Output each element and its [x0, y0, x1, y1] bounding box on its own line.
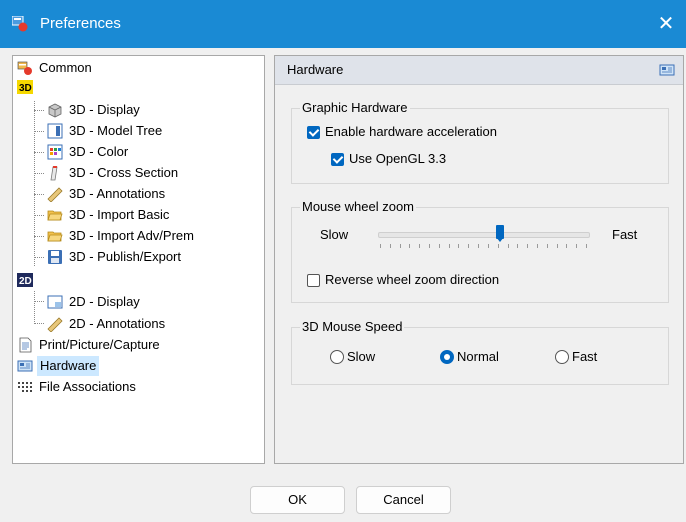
group-title: Graphic Hardware: [300, 100, 410, 115]
app-icon: [12, 16, 28, 32]
slider-tick: [429, 244, 431, 248]
ruler-icon: [47, 317, 63, 332]
speed-fast-label[interactable]: Fast: [572, 349, 597, 364]
common-settings-icon: [17, 61, 32, 75]
speed-slow-label[interactable]: Slow: [347, 349, 375, 364]
speed-slow-radio[interactable]: [330, 350, 344, 364]
window-icon: [47, 295, 63, 309]
slider-tick: [497, 244, 499, 248]
slider-tick: [566, 244, 568, 248]
zoom-slow-label: Slow: [320, 227, 349, 242]
tree-connector: [34, 291, 35, 324]
title-bar: Preferences ✕: [0, 0, 686, 48]
hardware-icon: [17, 360, 33, 372]
preferences-window: Preferences ✕ Common 3D 3D - Display 3D …: [0, 0, 686, 522]
cross-section-icon: [50, 166, 58, 181]
slider-tick: [419, 244, 421, 248]
ok-button[interactable]: OK: [250, 486, 345, 514]
speed-normal-radio[interactable]: [440, 350, 454, 364]
enable-acceleration-checkbox[interactable]: [307, 126, 320, 139]
slider-tick: [458, 244, 460, 248]
slider-tick: [517, 244, 519, 248]
palette-icon: [47, 144, 63, 160]
speed-fast-radio[interactable]: [555, 350, 569, 364]
slider-tick: [478, 244, 480, 248]
speed-normal-label[interactable]: Normal: [457, 349, 499, 364]
3d-icon: 3D: [17, 80, 33, 94]
slider-tick: [556, 244, 558, 248]
slider-tick: [399, 244, 401, 248]
file-associations-icon: [18, 382, 32, 392]
preferences-tree[interactable]: Common 3D 3D - Display 3D - Model Tree 3…: [12, 55, 265, 464]
hardware-panel: Hardware Graphic Hardware Enable hardwar…: [274, 55, 684, 464]
reverse-zoom-checkbox[interactable]: [307, 274, 320, 287]
svg-text:3D: 3D: [19, 83, 32, 94]
slider-tick: [380, 244, 381, 248]
slider-tick: [527, 244, 529, 248]
slider-tick: [546, 244, 548, 248]
save-icon: [48, 250, 62, 264]
window-title: Preferences: [40, 15, 121, 32]
enable-acceleration-label[interactable]: Enable hardware acceleration: [325, 124, 497, 139]
ruler-icon: [47, 187, 63, 202]
graphic-hardware-group: Graphic Hardware Enable hardware acceler…: [291, 100, 669, 184]
document-icon: [19, 337, 32, 353]
panel-header: Hardware: [275, 56, 683, 85]
opengl-label[interactable]: Use OpenGL 3.3: [349, 151, 446, 166]
panel-title: Hardware: [287, 62, 344, 77]
reverse-zoom-label[interactable]: Reverse wheel zoom direction: [325, 272, 499, 287]
slider-tick: [389, 244, 391, 248]
zoom-slider-thumb[interactable]: [495, 225, 504, 242]
slider-tick: [448, 244, 450, 248]
opengl-checkbox[interactable]: [331, 153, 344, 166]
slider-tick: [438, 244, 440, 248]
group-title: Mouse wheel zoom: [300, 199, 416, 214]
zoom-slider-track[interactable]: [378, 232, 590, 238]
2d-icon: 2D: [17, 273, 33, 287]
hardware-icon: [659, 64, 675, 76]
svg-text:2D: 2D: [19, 276, 32, 287]
folder-open-icon: [47, 231, 63, 242]
3d-mouse-speed-group: 3D Mouse Speed Slow Normal Fast: [291, 319, 669, 385]
cancel-button[interactable]: Cancel: [356, 486, 451, 514]
model-tree-icon: [47, 123, 63, 139]
slider-tick: [487, 244, 489, 248]
mouse-wheel-zoom-group: Mouse wheel zoom Slow Fast Reverse wheel…: [291, 199, 669, 303]
group-title: 3D Mouse Speed: [300, 319, 405, 334]
slider-tick: [507, 244, 509, 248]
folder-open-icon: [47, 210, 63, 221]
slider-tick: [536, 244, 538, 248]
slider-tick: [468, 244, 470, 248]
tree-connector: [34, 101, 35, 266]
slider-tick: [409, 244, 411, 248]
zoom-fast-label: Fast: [612, 227, 638, 242]
cube-icon: [48, 103, 62, 118]
slider-tick: [586, 244, 587, 248]
close-button[interactable]: ✕: [646, 6, 686, 42]
slider-tick: [576, 244, 578, 248]
